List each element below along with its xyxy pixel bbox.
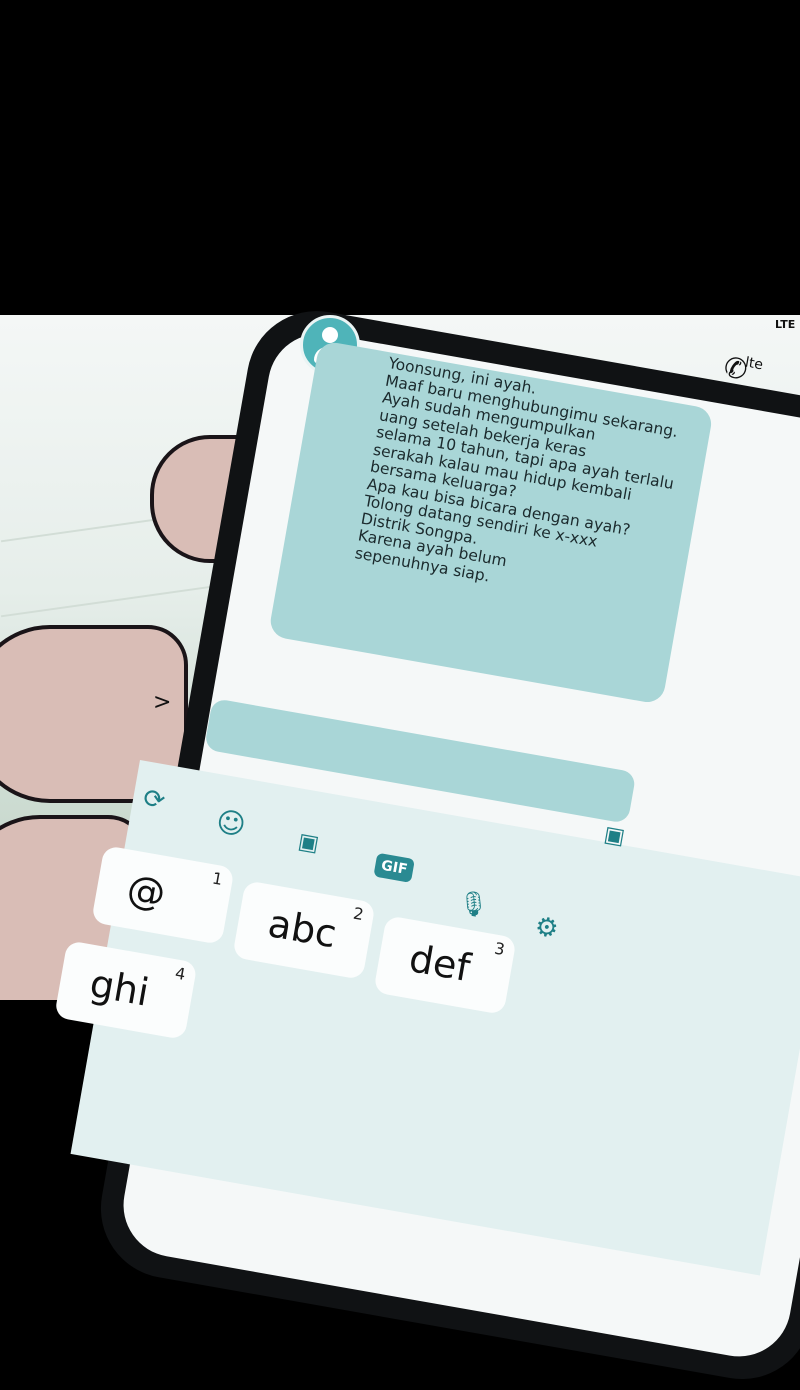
key-number: 3 — [492, 938, 507, 960]
call-lte-label: lte — [743, 354, 765, 374]
key-number: 1 — [210, 868, 225, 889]
key-number: 4 — [173, 963, 188, 985]
key-label: ghi — [86, 961, 153, 1015]
top-black-panel — [0, 0, 800, 315]
key-ghi[interactable]: ghi 4 — [54, 940, 198, 1040]
gif-icon[interactable]: GIF — [373, 852, 416, 883]
settings-gear-icon[interactable]: ⚙ — [533, 911, 561, 945]
translate-icon[interactable]: ⟳ — [141, 783, 168, 816]
sticker-icon[interactable]: ▣ — [296, 829, 321, 857]
sticker-right-icon[interactable]: ▣ — [602, 822, 627, 850]
microphone-icon[interactable]: 🎙 — [456, 888, 491, 921]
key-label: @ — [123, 866, 169, 917]
key-number: 2 — [351, 903, 366, 925]
key-label: def — [405, 936, 474, 991]
expand-chevron-icon[interactable]: > — [153, 690, 171, 715]
lte-indicator: LTE — [775, 318, 796, 331]
key-abc[interactable]: abc 2 — [232, 880, 376, 980]
key-at[interactable]: @ 1 — [91, 845, 235, 945]
emoji-icon[interactable]: ☺ — [214, 804, 248, 842]
wall-line — [0, 584, 220, 618]
key-label: abc — [264, 901, 340, 957]
